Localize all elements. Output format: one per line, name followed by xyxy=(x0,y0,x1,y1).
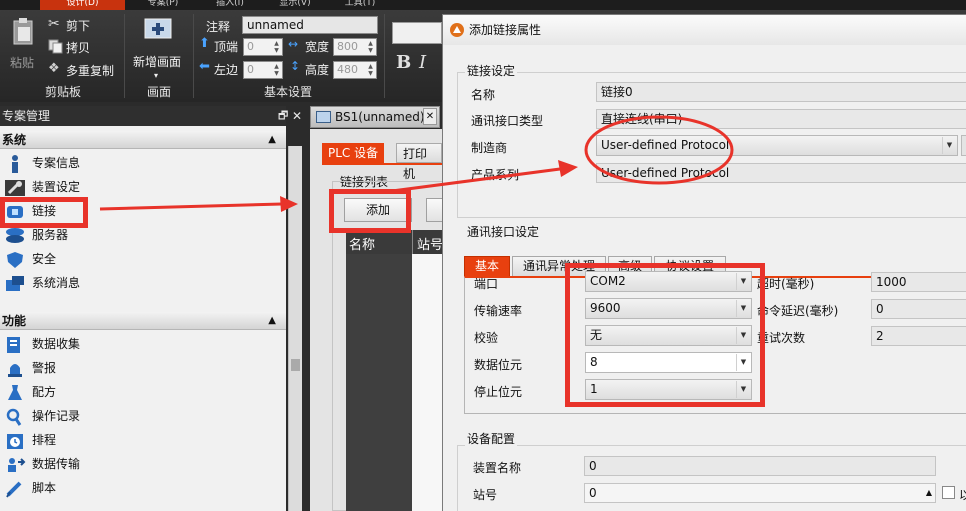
annotation-arrow-2 xyxy=(391,167,561,193)
annotation-ellipse-manufacturer xyxy=(584,115,734,185)
annotation-arrow-1 xyxy=(99,202,283,211)
annotation-overlay xyxy=(99,115,734,212)
annotation-arrowhead-2 xyxy=(558,160,578,177)
annotation-arrowhead-1 xyxy=(280,196,298,212)
